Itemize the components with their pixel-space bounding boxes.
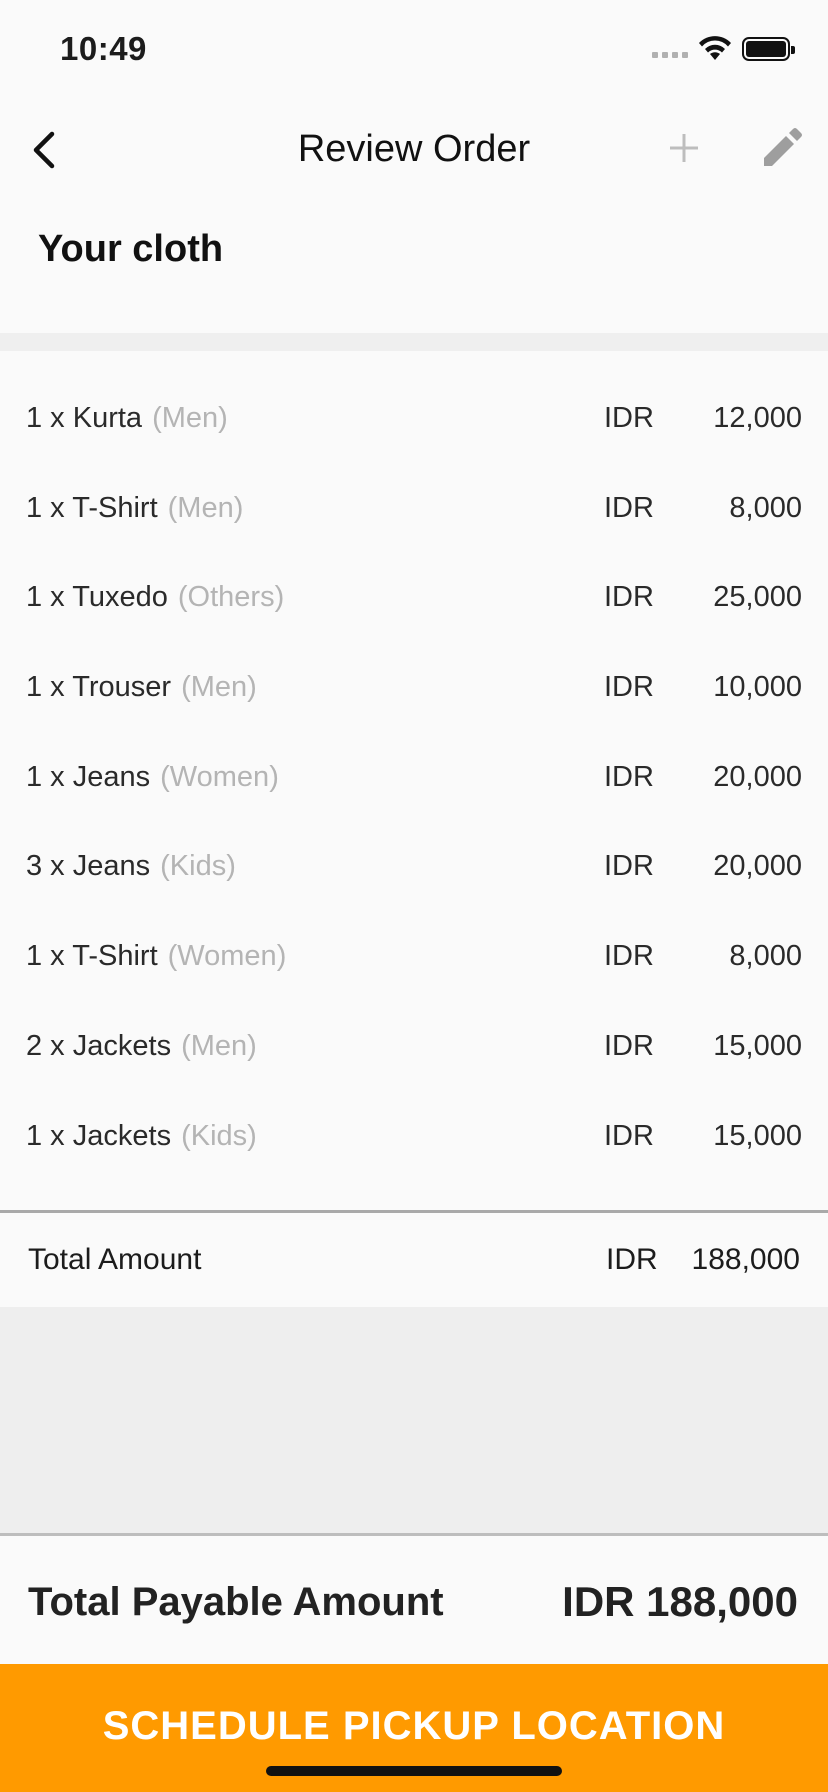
item-currency: IDR xyxy=(604,402,654,434)
item-name: 1 x Jackets (Kids) xyxy=(26,1120,257,1153)
item-quantity: 1 x xyxy=(26,671,65,704)
order-item-row: 1 x T-Shirt (Men) IDR 8,000 xyxy=(0,468,828,558)
pencil-icon xyxy=(764,128,802,166)
order-item-row: 1 x Jackets (Kids) IDR 15,000 xyxy=(0,1096,828,1186)
edit-order-button[interactable] xyxy=(756,122,808,174)
item-price: 20,000 xyxy=(713,760,802,793)
item-category: (Women) xyxy=(167,940,287,973)
total-payable-label: Total Payable Amount xyxy=(28,1580,444,1624)
item-quantity: 1 x xyxy=(26,491,65,524)
item-name: 1 x Jeans (Women) xyxy=(26,761,279,794)
order-item-row: 2 x Jackets (Men) IDR 15,000 xyxy=(0,1006,828,1096)
signal-icon xyxy=(652,52,688,58)
review-order-screen: 10:49 Review Order Your cloth 1 x Kurta … xyxy=(0,0,828,1792)
add-item-button[interactable] xyxy=(660,124,708,172)
item-category: (Men) xyxy=(181,671,257,704)
total-amount-currency: IDR xyxy=(606,1243,658,1276)
item-currency: IDR xyxy=(604,491,654,524)
order-item-row: 3 x Jeans (Kids) IDR 20,000 xyxy=(0,826,828,916)
item-currency: IDR xyxy=(604,760,654,793)
item-quantity: 1 x xyxy=(26,760,65,793)
item-price: 25,000 xyxy=(713,581,802,614)
item-category: (Kids) xyxy=(160,850,236,883)
plus-icon xyxy=(670,134,698,162)
item-category: (Others) xyxy=(177,581,285,614)
total-payable-value: IDR 188,000 xyxy=(562,1578,798,1625)
order-item-row: 1 x Trouser (Men) IDR 10,000 xyxy=(0,647,828,737)
home-indicator xyxy=(266,1766,562,1776)
battery-icon xyxy=(742,37,795,61)
status-time: 10:49 xyxy=(60,30,147,67)
item-cloth: Kurta xyxy=(72,402,143,434)
section-title: Your cloth xyxy=(38,228,224,270)
item-price: 12,000 xyxy=(713,402,802,434)
item-quantity: 1 x xyxy=(26,940,65,973)
item-category: (Women) xyxy=(160,760,279,793)
item-currency: IDR xyxy=(604,671,654,704)
item-name: 3 x Jeans (Kids) xyxy=(26,850,236,883)
order-item-row: 1 x Jeans (Women) IDR 20,000 xyxy=(0,737,828,827)
total-amount-label: Total Amount xyxy=(28,1243,202,1276)
item-cloth: Jeans xyxy=(72,760,151,793)
item-name: 1 x Trouser (Men) xyxy=(26,671,257,704)
item-cloth: Jeans xyxy=(72,850,151,883)
item-cloth: Jackets xyxy=(72,1029,172,1062)
item-cloth: T-Shirt xyxy=(72,491,158,524)
item-quantity: 1 x xyxy=(26,402,65,434)
order-item-row: 1 x T-Shirt (Women) IDR 8,000 xyxy=(0,916,828,1006)
item-price: 15,000 xyxy=(713,1119,802,1152)
section-divider xyxy=(0,333,828,351)
order-item-row: 1 x Kurta (Men) IDR 12,000 xyxy=(0,378,828,468)
item-price: 15,000 xyxy=(713,1029,802,1062)
item-cloth: Tuxedo xyxy=(72,581,168,614)
item-category: (Men) xyxy=(181,1029,257,1062)
item-category: (Men) xyxy=(152,402,228,434)
item-price: 20,000 xyxy=(713,850,802,883)
empty-spacer xyxy=(0,1307,828,1535)
status-bar: 10:49 xyxy=(0,0,828,100)
item-quantity: 3 x xyxy=(26,850,65,883)
total-amount-row: Total Amount IDR 188,000 xyxy=(0,1213,828,1307)
total-amount-value: 188,000 xyxy=(691,1243,800,1276)
item-cloth: Trouser xyxy=(72,671,172,704)
wifi-icon xyxy=(699,36,731,60)
item-name: 1 x Kurta (Men) xyxy=(26,402,228,435)
item-quantity: 1 x xyxy=(26,581,65,614)
item-price: 10,000 xyxy=(713,671,802,704)
item-name: 1 x Tuxedo (Others) xyxy=(26,581,284,614)
nav-bar: Review Order xyxy=(0,100,828,204)
item-category: (Men) xyxy=(167,491,244,524)
item-cloth: T-Shirt xyxy=(72,940,158,973)
item-price: 8,000 xyxy=(729,940,802,973)
item-category: (Kids) xyxy=(181,1119,257,1152)
item-price: 8,000 xyxy=(729,491,802,524)
item-quantity: 2 x xyxy=(26,1029,65,1062)
item-currency: IDR xyxy=(604,581,654,614)
item-name: 2 x Jackets (Men) xyxy=(26,1030,257,1063)
item-currency: IDR xyxy=(604,1119,654,1152)
item-name: 1 x T-Shirt (Men) xyxy=(26,492,243,525)
item-currency: IDR xyxy=(604,1029,654,1062)
item-quantity: 1 x xyxy=(26,1119,65,1152)
total-payable-row: Total Payable Amount IDR 188,000 xyxy=(0,1536,828,1664)
item-currency: IDR xyxy=(604,940,654,973)
item-cloth: Jackets xyxy=(72,1119,172,1152)
item-name: 1 x T-Shirt (Women) xyxy=(26,940,286,973)
item-currency: IDR xyxy=(604,850,654,883)
order-item-row: 1 x Tuxedo (Others) IDR 25,000 xyxy=(0,557,828,647)
order-items-list: 1 x Kurta (Men) IDR 12,000 1 x T-Shirt (Men) I… xyxy=(0,378,828,1185)
